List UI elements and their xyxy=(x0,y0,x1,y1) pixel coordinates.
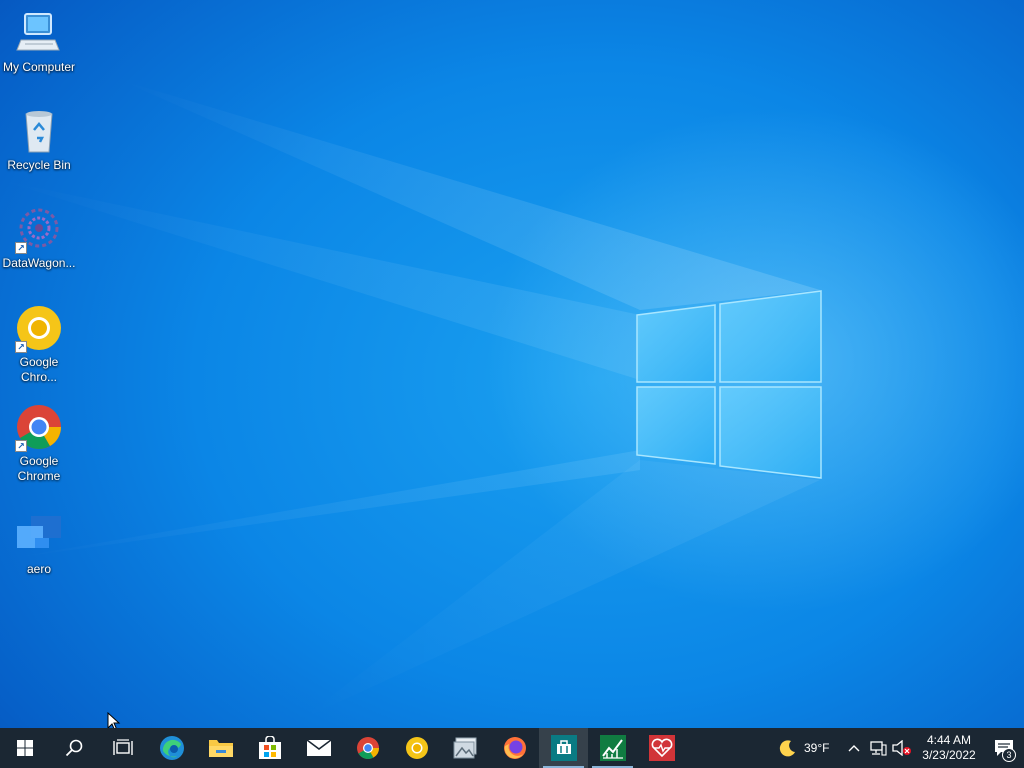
volume-button[interactable] xyxy=(890,728,914,768)
desktop-icon-label: DataWagon... xyxy=(2,256,76,270)
desktop-icon-label: Recycle Bin xyxy=(7,158,71,172)
taskbar-stock-chart[interactable] xyxy=(588,728,637,768)
desktop-background[interactable]: My Computer Recycle Bin ↗ DataWagon... ↗… xyxy=(0,0,1024,728)
desktop-icon-label-line2: Chro... xyxy=(20,370,57,384)
network-icon xyxy=(870,741,887,756)
recycle-bin-icon xyxy=(15,108,63,156)
photos-icon xyxy=(453,737,476,759)
desktop-icon-datawagon[interactable]: ↗ DataWagon... xyxy=(0,206,78,271)
task-view-button[interactable] xyxy=(98,728,147,768)
taskbar: 39°F 4:44 AM 3/23/2022 3 xyxy=(0,728,1024,768)
desktop-icon-aero[interactable]: aero xyxy=(0,512,78,577)
desktop-icon-label-line1: Google xyxy=(19,454,59,468)
taskbar-chrome[interactable] xyxy=(343,728,392,768)
app-teal-icon xyxy=(550,735,577,761)
shortcut-arrow-icon: ↗ xyxy=(15,242,27,254)
shortcut-arrow-icon: ↗ xyxy=(15,341,27,353)
desktop-icon-recycle-bin[interactable]: Recycle Bin xyxy=(0,108,78,173)
taskbar-chrome-canary[interactable] xyxy=(392,728,441,768)
volume-muted-icon xyxy=(892,740,911,756)
system-tray: 39°F 4:44 AM 3/23/2022 3 xyxy=(772,728,1024,768)
clock-time: 4:44 AM xyxy=(926,733,972,747)
weather-temperature[interactable]: 39°F xyxy=(804,728,842,768)
show-hidden-icons-button[interactable] xyxy=(842,728,866,768)
network-button[interactable] xyxy=(866,728,890,768)
taskbar-firefox[interactable] xyxy=(490,728,539,768)
action-center-button[interactable]: 3 xyxy=(984,728,1024,768)
chevron-up-icon xyxy=(848,745,860,752)
chrome-icon xyxy=(356,737,379,759)
windows-logo-wallpaper xyxy=(0,80,822,720)
mail-icon xyxy=(306,739,331,756)
stock-chart-icon xyxy=(599,735,626,761)
desktop-icon-label-line1: Google xyxy=(19,355,59,369)
taskbar-mail[interactable] xyxy=(294,728,343,768)
health-app-icon xyxy=(648,735,675,761)
taskbar-health-app[interactable] xyxy=(637,728,686,768)
chrome-canary-icon: ↗ xyxy=(15,305,63,353)
computer-icon xyxy=(15,10,63,58)
search-icon xyxy=(65,739,82,757)
edge-icon xyxy=(159,736,184,760)
search-button[interactable] xyxy=(49,728,98,768)
notification-count-badge: 3 xyxy=(1002,748,1016,762)
clock[interactable]: 4:44 AM 3/23/2022 xyxy=(914,728,984,768)
desktop-icon-my-computer[interactable]: My Computer xyxy=(0,10,78,75)
shortcut-arrow-icon: ↗ xyxy=(15,440,27,452)
clock-date: 3/23/2022 xyxy=(922,748,976,762)
taskbar-file-explorer[interactable] xyxy=(196,728,245,768)
weather-widget[interactable] xyxy=(772,728,804,768)
firefox-icon xyxy=(503,737,526,759)
chrome-icon: ↗ xyxy=(15,404,63,452)
start-button[interactable] xyxy=(0,728,49,768)
desktop-icon-google-chrome-canary[interactable]: ↗ Google Chro... xyxy=(0,305,78,385)
taskbar-edge[interactable] xyxy=(147,728,196,768)
desktop-icon-label-line2: Chrome xyxy=(17,469,61,483)
datawagon-icon: ↗ xyxy=(15,206,63,254)
file-explorer-icon xyxy=(208,740,233,757)
store-icon xyxy=(258,736,281,759)
desktop-icon-label: My Computer xyxy=(2,60,76,74)
task-view-icon xyxy=(112,739,133,755)
aero-icon xyxy=(15,512,63,560)
desktop-icon-google-chrome[interactable]: ↗ Google Chrome xyxy=(0,404,78,484)
taskbar-app-teal[interactable] xyxy=(539,728,588,768)
taskbar-store[interactable] xyxy=(245,728,294,768)
desktop-icon-label: aero xyxy=(26,562,52,576)
moon-icon xyxy=(779,740,795,757)
taskbar-photos[interactable] xyxy=(441,728,490,768)
start-icon xyxy=(16,740,33,756)
chrome-canary-icon xyxy=(405,737,428,759)
